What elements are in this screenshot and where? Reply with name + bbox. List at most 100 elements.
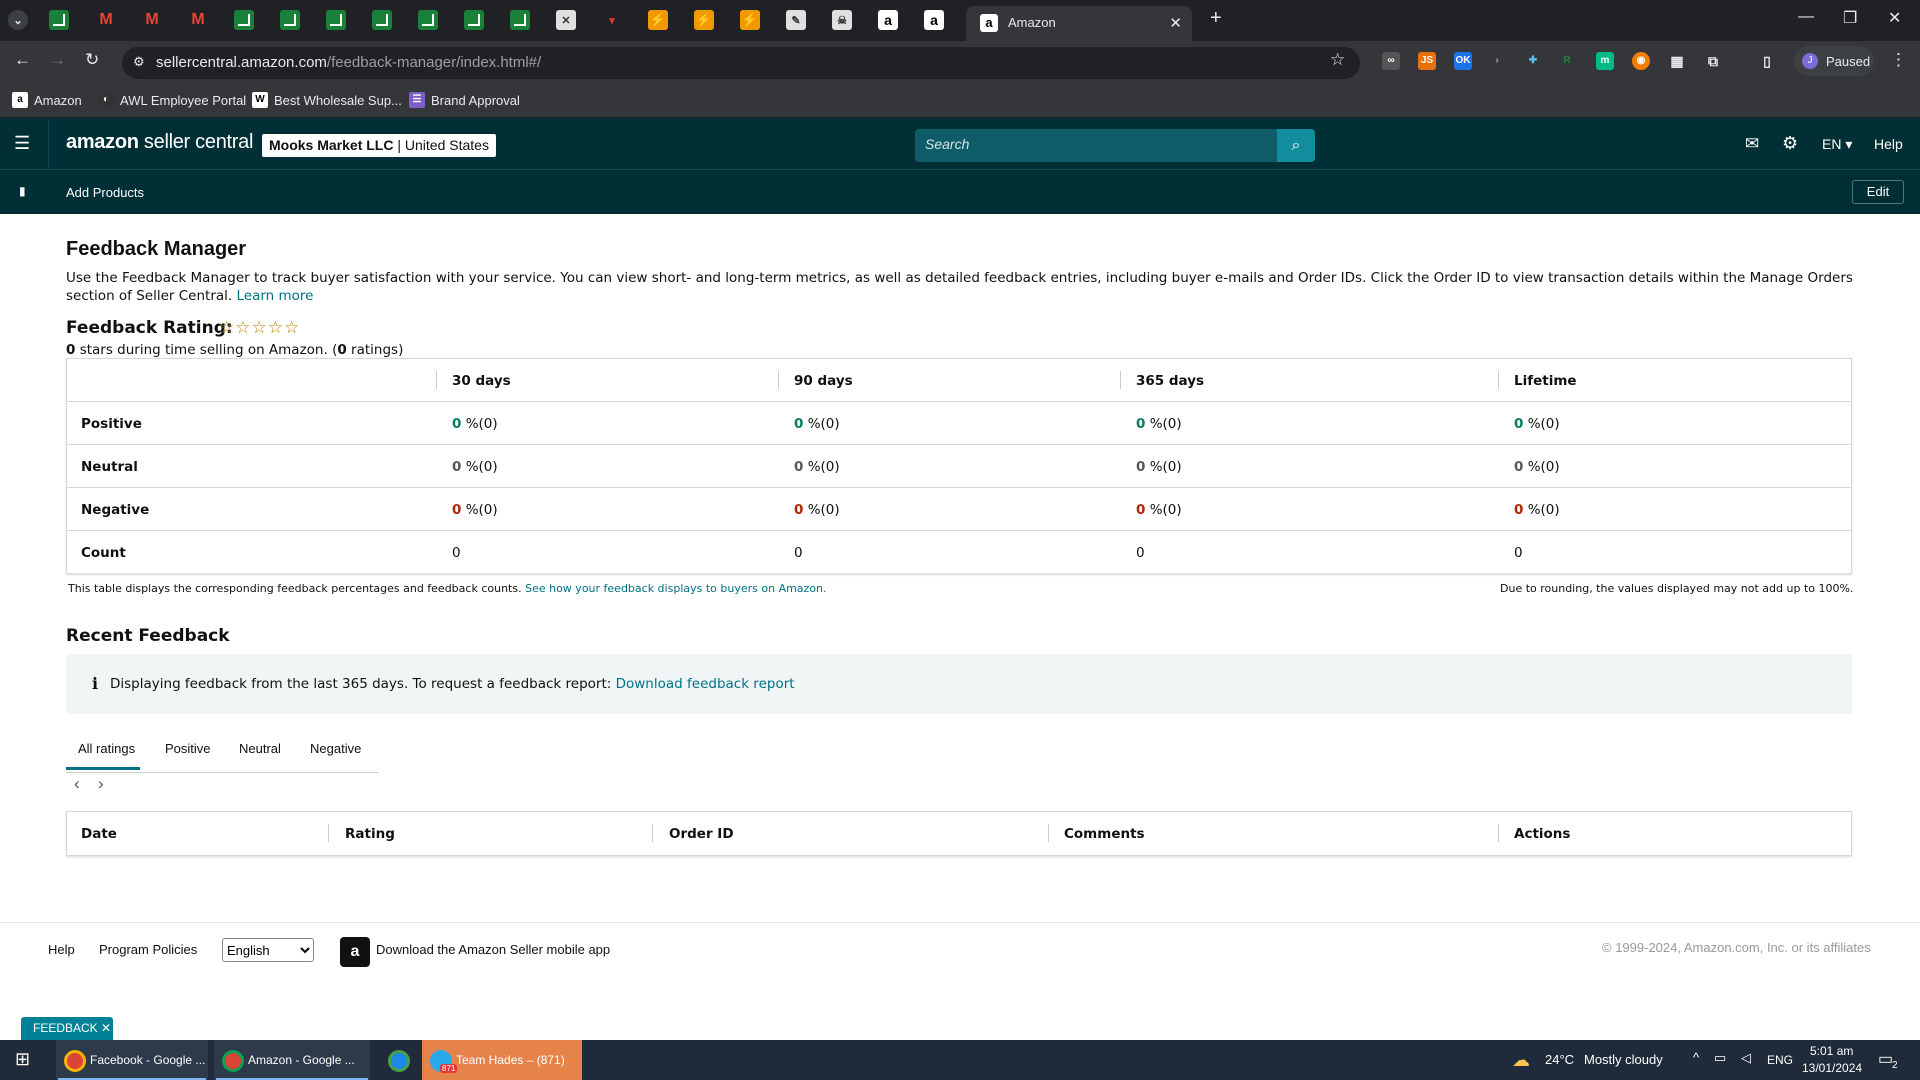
side-panel-icon[interactable]: ▯ [1758,52,1776,70]
mail-icon[interactable]: ✉ [1745,134,1759,154]
tab-sheets-icon[interactable] [464,10,484,30]
search-input[interactable] [925,136,1265,152]
forward-icon[interactable]: → [49,50,66,70]
tab-site-icon[interactable]: ⚡ [648,10,668,30]
help-link[interactable]: Help [1874,136,1903,152]
tab-amazon-icon[interactable]: a [924,10,944,30]
clock-date[interactable]: 13/01/2024 [1802,1061,1862,1075]
extension-icon[interactable]: m [1596,52,1614,70]
bookmark-awl-portal[interactable]: ◐ AWL Employee Portal [98,92,246,108]
download-app-link[interactable]: Download the Amazon Seller mobile app [376,942,610,957]
extension-icon[interactable]: R [1558,52,1576,70]
minimize-icon[interactable]: — [1798,8,1814,26]
chevron-right-icon[interactable]: › [98,774,104,794]
metric-suffix: %(0) [807,459,840,475]
notifications-icon[interactable]: ▭ [1878,1049,1893,1069]
taskbar-app-facebook[interactable]: Facebook - Google ... [56,1040,208,1080]
tab-gmail-icon[interactable]: M [188,10,208,30]
bookmark-best-wholesale[interactable]: W Best Wholesale Sup... [252,92,402,108]
rating-summary: 0 stars during time selling on Amazon. (… [66,342,403,358]
window-close-icon[interactable]: ✕ [1888,8,1901,28]
show-hidden-icons-icon[interactable]: ^ [1693,1050,1699,1065]
rating-text: stars during time selling on Amazon. ( [75,342,338,358]
url-text[interactable]: sellercentral.amazon.com/feedback-manage… [156,54,541,71]
tab-site-icon[interactable]: ⚡ [740,10,760,30]
tab-gmail-icon[interactable]: M [96,10,116,30]
tab-search-icon[interactable]: ⌄ [8,10,28,30]
tab-sheets-icon[interactable] [418,10,438,30]
amazon-app-icon[interactable]: a [340,937,370,967]
settings-gear-icon[interactable]: ⚙ [1782,133,1798,154]
feedback-tab-label: FEEDBACK [33,1021,98,1035]
tab-sheets-icon[interactable] [280,10,300,30]
extension-icon[interactable]: ∞ [1382,52,1400,70]
extension-icon[interactable]: › [1488,52,1506,70]
program-policies-link[interactable]: Program Policies [99,942,197,957]
tab-sheets-icon[interactable] [510,10,530,30]
volume-icon[interactable]: ◁ [1741,1050,1751,1066]
tab-gmail-icon[interactable]: M [142,10,162,30]
tab-amazon-icon[interactable]: a [878,10,898,30]
tab-baseline [66,772,378,773]
tab-site-icon[interactable]: ✕ [556,10,576,30]
footer-help-link[interactable]: Help [48,942,75,957]
active-tab[interactable]: a Amazon ✕ [966,6,1192,41]
restore-icon[interactable]: ❐ [1843,8,1857,28]
extension-icon[interactable]: ▦ [1668,52,1686,70]
site-info-icon[interactable]: ⚙ [133,54,145,70]
search-button[interactable]: ⌕ [1277,129,1315,162]
feedback-display-link[interactable]: See how your feedback displays to buyers… [525,582,826,595]
tab-site-icon[interactable]: ▾ [602,10,622,30]
taskbar-app-amazon[interactable]: Amazon - Google ... [214,1040,370,1080]
tab-sheets-icon[interactable] [372,10,392,30]
network-icon[interactable]: ▭ [1714,1050,1726,1066]
hamburger-menu-icon[interactable]: ☰ [14,133,30,154]
weather-text[interactable]: Mostly cloudy [1584,1052,1663,1067]
metric-value: 0 [794,416,804,432]
tab-sheets-icon[interactable] [326,10,346,30]
input-language[interactable]: ENG [1767,1053,1793,1067]
close-tab-icon[interactable]: ✕ [1169,14,1182,32]
table-row: Negative 0 %(0) 0 %(0) 0 %(0) 0 %(0) [67,487,1851,530]
tab-neutral[interactable]: Neutral [239,741,281,756]
extensions-puzzle-icon[interactable]: ⧉ [1704,52,1722,70]
close-icon[interactable]: ✕ [101,1021,111,1035]
seller-central-logo[interactable]: amazon seller central [66,131,253,154]
tab-site-icon[interactable]: ⚡ [694,10,714,30]
tab-site-icon[interactable]: ✎ [786,10,806,30]
extension-icon[interactable]: ✚ [1524,52,1542,70]
tab-all-ratings[interactable]: All ratings [78,741,135,756]
extension-icon[interactable]: JS [1418,52,1436,70]
new-tab-icon[interactable]: + [1210,7,1222,30]
feedback-widget-tab[interactable]: FEEDBACK ✕ [21,1017,113,1040]
tab-sheets-icon[interactable] [49,10,69,30]
chrome-icon [222,1050,244,1072]
weather-temp[interactable]: 24°C [1545,1052,1574,1067]
shortcut-add-products[interactable]: Add Products [66,185,144,200]
bookmark-brand-approval[interactable]: ☰ Brand Approval [409,92,520,108]
weather-icon[interactable]: ☁ [1512,1050,1530,1071]
bookmark-amazon[interactable]: a Amazon [12,92,82,108]
taskbar-app-edge[interactable] [380,1040,420,1080]
profile-button[interactable]: J Paused [1794,46,1874,76]
learn-more-link[interactable]: Learn more [236,288,313,304]
store-switcher[interactable]: Mooks Market LLC | United States [262,134,496,157]
windows-start-icon[interactable]: ⊞ [15,1049,30,1070]
tab-negative[interactable]: Negative [310,741,361,756]
tab-sheets-icon[interactable] [234,10,254,30]
extension-icon[interactable]: OK [1454,52,1472,70]
chevron-left-icon[interactable]: ‹ [74,774,80,794]
tab-site-icon[interactable]: ☠ [832,10,852,30]
bookmark-star-icon[interactable]: ☆ [1330,50,1345,70]
language-selector[interactable]: EN ▾ [1822,136,1852,153]
taskbar-app-telegram[interactable]: 871 Team Hades – (871) [422,1040,582,1080]
edit-shortcuts-button[interactable]: Edit [1852,180,1904,204]
tab-positive[interactable]: Positive [165,741,211,756]
download-report-link[interactable]: Download feedback report [616,676,795,692]
back-icon[interactable]: ← [14,50,31,70]
language-select[interactable]: English [222,938,314,962]
clock-time[interactable]: 5:01 am [1810,1044,1853,1058]
chrome-menu-icon[interactable]: ⋮ [1890,50,1907,70]
reload-icon[interactable]: ↻ [85,50,99,70]
extension-icon[interactable]: ◉ [1632,52,1650,70]
